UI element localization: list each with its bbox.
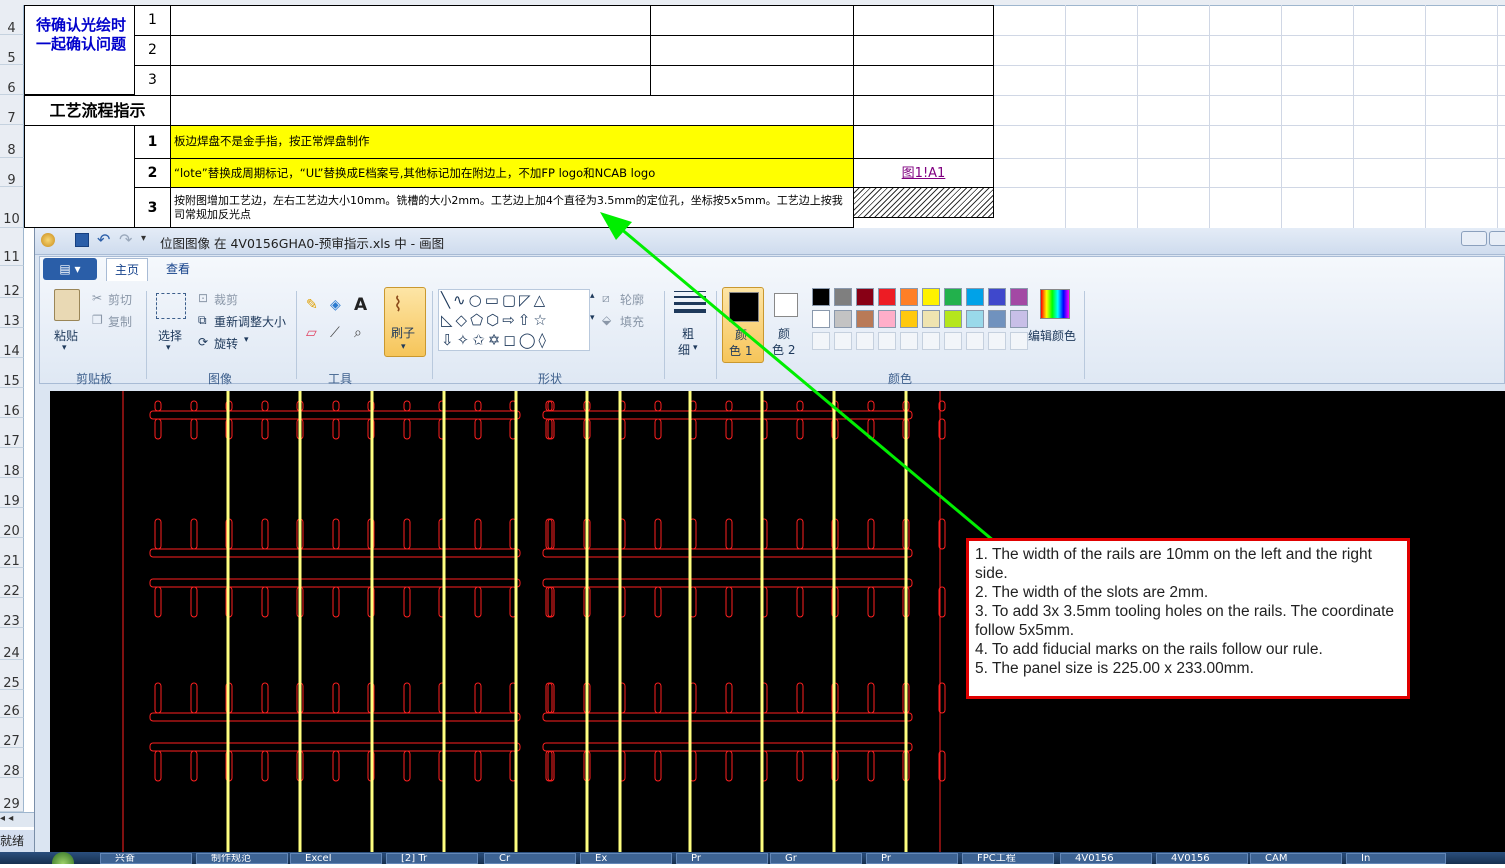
note-line-1: 1. The width of the rails are 10mm on th…	[975, 546, 1372, 582]
taskbar-item[interactable]: [2] Tr	[386, 853, 478, 864]
note-line-2: 2. The width of the slots are 2mm.	[975, 584, 1209, 601]
taskbar-item[interactable]: Cr	[484, 853, 576, 864]
taskbar-item[interactable]: Ex	[580, 853, 672, 864]
taskbar-item[interactable]: Pr	[676, 853, 768, 864]
taskbar-item[interactable]: Pr	[866, 853, 958, 864]
start-button[interactable]	[52, 852, 74, 864]
taskbar-item[interactable]: CAM	[1250, 853, 1342, 864]
note-line-4: 4. To add fiducial marks on the rails fo…	[975, 641, 1323, 658]
taskbar-item[interactable]: Excel	[290, 853, 382, 864]
taskbar-item[interactable]: In	[1346, 853, 1446, 864]
taskbar-item[interactable]: 4V0156	[1060, 853, 1152, 864]
note-line-5: 5. The panel size is 225.00 x 233.00mm.	[975, 660, 1254, 677]
note-line-3: 3. To add 3x 3.5mm tooling holes on the …	[975, 603, 1395, 639]
taskbar-item[interactable]: 4V0156	[1156, 853, 1248, 864]
taskbar-item[interactable]: FPC工程	[962, 853, 1054, 864]
taskbar-item[interactable]: Gr	[770, 853, 862, 864]
annotation-arrow-layer	[600, 212, 1063, 600]
taskbar: 兴奋 制作规范 Excel [2] Tr Cr Ex Pr Gr Pr FPC工程 4V0156 4V…	[0, 852, 1505, 864]
annotation-note[interactable]: 1. The width of the rails are 10mm on th…	[966, 538, 1410, 699]
taskbar-item[interactable]: 制作规范	[196, 853, 288, 864]
taskbar-item[interactable]: 兴奋	[100, 853, 192, 864]
